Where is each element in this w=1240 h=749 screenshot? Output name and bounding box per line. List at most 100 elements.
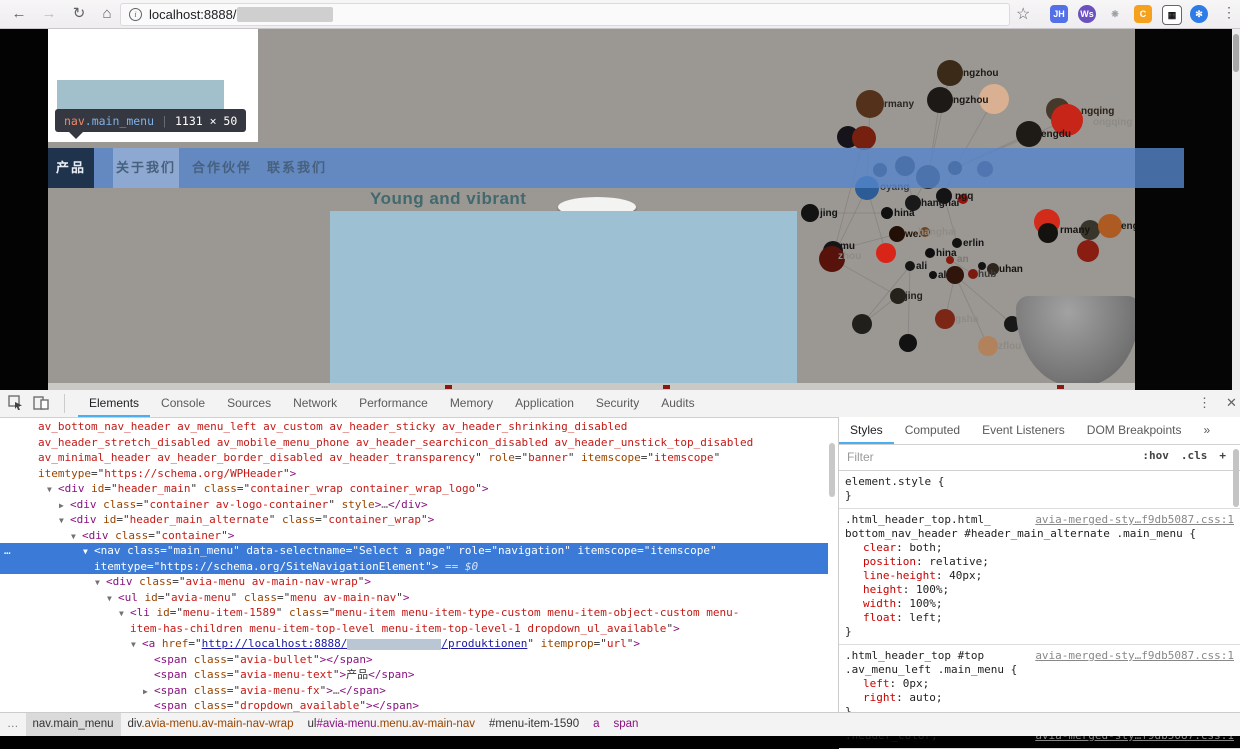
svg-text:hina: hina (894, 208, 915, 219)
extension-icon[interactable]: ❋ (1106, 5, 1124, 23)
devtools-tab-security[interactable]: Security (585, 390, 650, 417)
devtools-tab-application[interactable]: Application (504, 390, 585, 417)
expand-arrow-icon[interactable]: ▼ (119, 606, 130, 622)
css-property[interactable]: float: left; (845, 611, 1234, 625)
extension-icon[interactable]: ✻ (1190, 5, 1208, 23)
dom-tree-row[interactable]: itemtype="https://schema.org/SiteNavigat… (0, 558, 828, 574)
styles-filter-input[interactable]: Filter (847, 450, 874, 464)
elements-scrollbar-thumb[interactable] (829, 443, 835, 497)
expand-arrow-icon[interactable]: ▶ (59, 498, 70, 514)
expand-arrow-icon[interactable]: ▼ (95, 575, 106, 591)
home-icon[interactable]: ⌂ (96, 3, 118, 25)
extension-icon[interactable]: JH (1050, 5, 1068, 23)
browser-toolbar: ← → ↻ ⌂ i localhost:8888/ ☆ ⋮ JH Ws ❋ C ▦ ✻ (0, 0, 1240, 29)
devtools-more-icon[interactable]: ⋮ (1198, 395, 1211, 411)
styles-toggle[interactable]: + (1219, 449, 1226, 462)
style-rule[interactable]: element.style {} (839, 471, 1240, 509)
page-scrollbar[interactable] (1232, 28, 1240, 390)
devtools-tab-performance[interactable]: Performance (348, 390, 439, 417)
devtools-tab-memory[interactable]: Memory (439, 390, 504, 417)
dom-tree-row[interactable]: av_header_stretch_disabled av_mobile_men… (0, 435, 828, 451)
expand-arrow-icon[interactable]: ▼ (47, 482, 58, 498)
breadcrumb-item[interactable]: #menu-item-1590 (482, 713, 586, 736)
breadcrumb-item[interactable]: … (0, 713, 26, 736)
dom-tree-row[interactable]: item-has-children menu-item-top-level me… (0, 621, 828, 637)
devtools-tab-sources[interactable]: Sources (216, 390, 282, 417)
styles-scrollbar-thumb[interactable] (1233, 449, 1239, 507)
inspect-element-icon[interactable] (8, 395, 23, 410)
nav-item[interactable]: 合作伙伴 (192, 148, 252, 188)
expand-arrow-icon[interactable]: ▼ (71, 529, 82, 545)
breadcrumb-item[interactable]: span (607, 713, 646, 736)
styles-toggle-buttons: :hov .cls + (1142, 449, 1226, 462)
breadcrumb-item[interactable]: nav.main_menu (25, 713, 121, 736)
styles-toggle[interactable]: :hov (1142, 449, 1169, 462)
styles-tab-event-listeners[interactable]: Event Listeners (971, 417, 1076, 444)
nav-item[interactable]: 产品 (48, 148, 94, 188)
dom-tree-row[interactable]: <span class="avia-bullet"></span> (0, 652, 828, 668)
svg-text:al: al (938, 270, 947, 281)
dom-tree-row[interactable]: ▼ <div class="avia-menu av-main-nav-wrap"… (0, 574, 828, 590)
style-rule[interactable]: avia-merged-sty…f9db5087.css:1 .html_head… (839, 509, 1240, 645)
styles-tab-»[interactable]: » (1192, 417, 1221, 444)
devtools-tab-network[interactable]: Network (282, 390, 348, 417)
styles-tab-computed[interactable]: Computed (894, 417, 971, 444)
styles-tab-styles[interactable]: Styles (839, 417, 894, 444)
breadcrumb-item[interactable]: a (586, 713, 606, 736)
device-toolbar-icon[interactable] (33, 395, 49, 410)
extension-icon[interactable]: C (1134, 5, 1152, 23)
devtools-tab-console[interactable]: Console (150, 390, 216, 417)
dom-tree-row[interactable]: ▼ <li id="menu-item-1589" class="menu-ite… (0, 605, 828, 621)
stylesheet-link[interactable]: avia-merged-sty…f9db5087.css:1 (1035, 649, 1234, 663)
css-property[interactable]: clear: both; (845, 541, 1234, 555)
svg-text:engdu: engdu (1041, 129, 1071, 140)
browser-menu-icon[interactable]: ⋮ (1222, 4, 1236, 21)
css-property[interactable]: left: 0px; (845, 677, 1234, 691)
expand-arrow-icon[interactable]: ▼ (131, 637, 142, 653)
svg-text:ngzhou: ngzhou (963, 68, 999, 79)
css-property[interactable]: position: relative; (845, 555, 1234, 569)
dom-tree-row[interactable]: ▼ <div id="header_main_alternate" class="… (0, 512, 828, 528)
expand-arrow-icon[interactable]: ▼ (59, 513, 70, 529)
devtools-tab-elements[interactable]: Elements (78, 390, 151, 417)
css-property[interactable]: right: auto; (845, 691, 1234, 705)
bookmark-star-icon[interactable]: ☆ (1016, 4, 1030, 24)
dom-tree-row[interactable]: av_minimal_header av_header_border_disab… (0, 450, 828, 466)
dom-tree-row[interactable]: ▶ <div class="container av-logo-container… (0, 497, 828, 513)
styles-toggle[interactable]: .cls (1181, 449, 1208, 462)
dom-tree-row[interactable]: ▼ <div id="header_main" class="container_… (0, 481, 828, 497)
css-property[interactable]: height: 100%; (845, 583, 1234, 597)
breadcrumb-item[interactable]: div.avia-menu.av-main-nav-wrap (121, 713, 301, 736)
dom-tree-row[interactable]: ▼ <div class="container"> (0, 528, 828, 544)
expand-arrow-icon[interactable]: ▶ (143, 684, 154, 700)
breadcrumb-item[interactable]: ul#avia-menu.menu.av-main-nav (300, 713, 481, 736)
extension-icon[interactable]: ▦ (1162, 5, 1182, 25)
page-scrollbar-thumb[interactable] (1233, 34, 1239, 72)
dom-tree-row[interactable]: itemtype="https://schema.org/WPHeader"> (0, 466, 828, 482)
expand-arrow-icon[interactable]: ▼ (83, 544, 94, 560)
reload-icon[interactable]: ↻ (68, 3, 90, 25)
dom-tree-row[interactable]: <span class="avia-menu-text">产品</span> (0, 667, 828, 683)
devtools-tab-audits[interactable]: Audits (650, 390, 705, 417)
nav-item[interactable]: 联系我们 (267, 148, 327, 188)
css-property[interactable]: width: 100%; (845, 597, 1234, 611)
svg-text:jing: jing (819, 208, 838, 219)
stylesheet-link[interactable]: avia-merged-sty…f9db5087.css:1 (1035, 513, 1234, 527)
dom-tree-row[interactable]: ▼ <ul id="avia-menu" class="menu av-main-… (0, 590, 828, 606)
expand-arrow-icon[interactable]: ▼ (107, 591, 118, 607)
extension-icon[interactable]: Ws (1078, 5, 1096, 23)
dom-tree-row[interactable]: ▶ <span class="avia-menu-fx">…</span> (0, 683, 828, 699)
dom-tree-row[interactable]: av_bottom_nav_header av_menu_left av_cus… (0, 419, 828, 435)
devtools-close-icon[interactable]: ✕ (1226, 395, 1237, 411)
styles-tab-dom-breakpoints[interactable]: DOM Breakpoints (1076, 417, 1193, 444)
address-bar[interactable]: i localhost:8888/ (120, 3, 1010, 26)
dom-tree-row[interactable]: <span class="dropdown_available"></span> (0, 698, 828, 712)
site-info-icon[interactable]: i (129, 8, 142, 21)
page-bottom-strip (48, 383, 1135, 390)
back-icon[interactable]: ← (8, 3, 30, 25)
nav-item[interactable]: 关于我们 (113, 148, 180, 188)
forward-icon[interactable]: → (38, 3, 60, 25)
css-property[interactable]: line-height: 40px; (845, 569, 1234, 583)
dom-tree-row[interactable]: … ▼ <nav class="main_menu" data-selectname… (0, 543, 828, 559)
dom-tree-row[interactable]: ▼ <a href="http://localhost:8888//produkt… (0, 636, 828, 652)
